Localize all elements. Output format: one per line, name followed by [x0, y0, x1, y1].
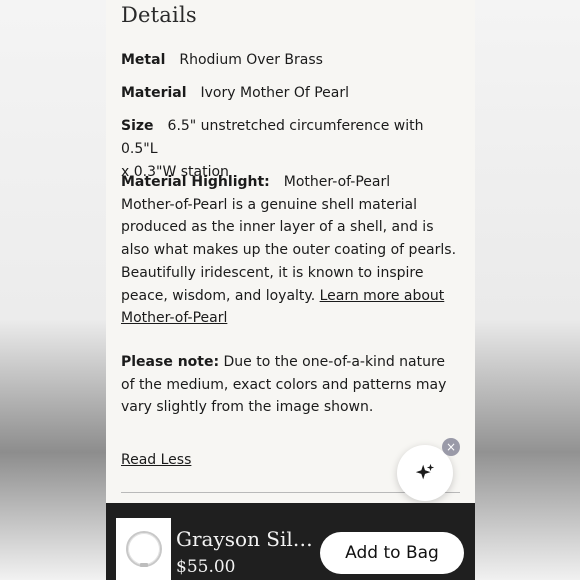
- material-label: Material: [121, 85, 187, 101]
- sticky-add-to-bag-bar: Grayson Silv... $55.00 Add to Bag: [106, 503, 475, 580]
- product-page: Details Metal Rhodium Over Brass Material…: [106, 0, 475, 580]
- backdrop-left: [0, 0, 106, 580]
- metal-row: Metal Rhodium Over Brass: [121, 49, 460, 72]
- product-price: $55.00: [176, 557, 236, 577]
- please-note: Please note: Due to the one-of-a-kind na…: [121, 351, 460, 419]
- size-value-line1: 6.5" unstretched circumference with 0.5"…: [121, 118, 424, 157]
- product-name: Grayson Silv...: [176, 527, 316, 551]
- product-thumbnail: [116, 518, 171, 580]
- metal-value: Rhodium Over Brass: [179, 52, 323, 68]
- close-icon[interactable]: ×: [442, 438, 460, 456]
- bracelet-image: [125, 531, 162, 567]
- sparkle-icon: [415, 463, 435, 480]
- metal-label: Metal: [121, 52, 166, 68]
- material-value: Ivory Mother Of Pearl: [200, 85, 349, 101]
- size-label: Size: [121, 118, 154, 134]
- details-heading: Details: [121, 3, 197, 27]
- highlight-value: Mother-of-Pearl: [283, 174, 391, 190]
- backdrop-right: [475, 0, 580, 580]
- add-to-bag-button[interactable]: Add to Bag: [320, 532, 464, 574]
- note-label: Please note:: [121, 354, 220, 370]
- material-row: Material Ivory Mother Of Pearl: [121, 82, 460, 105]
- highlight-label: Material Highlight:: [121, 174, 270, 190]
- material-highlight: Material Highlight: Mother-of-Pearl Mothe…: [121, 171, 460, 330]
- read-less-link[interactable]: Read Less: [121, 449, 191, 471]
